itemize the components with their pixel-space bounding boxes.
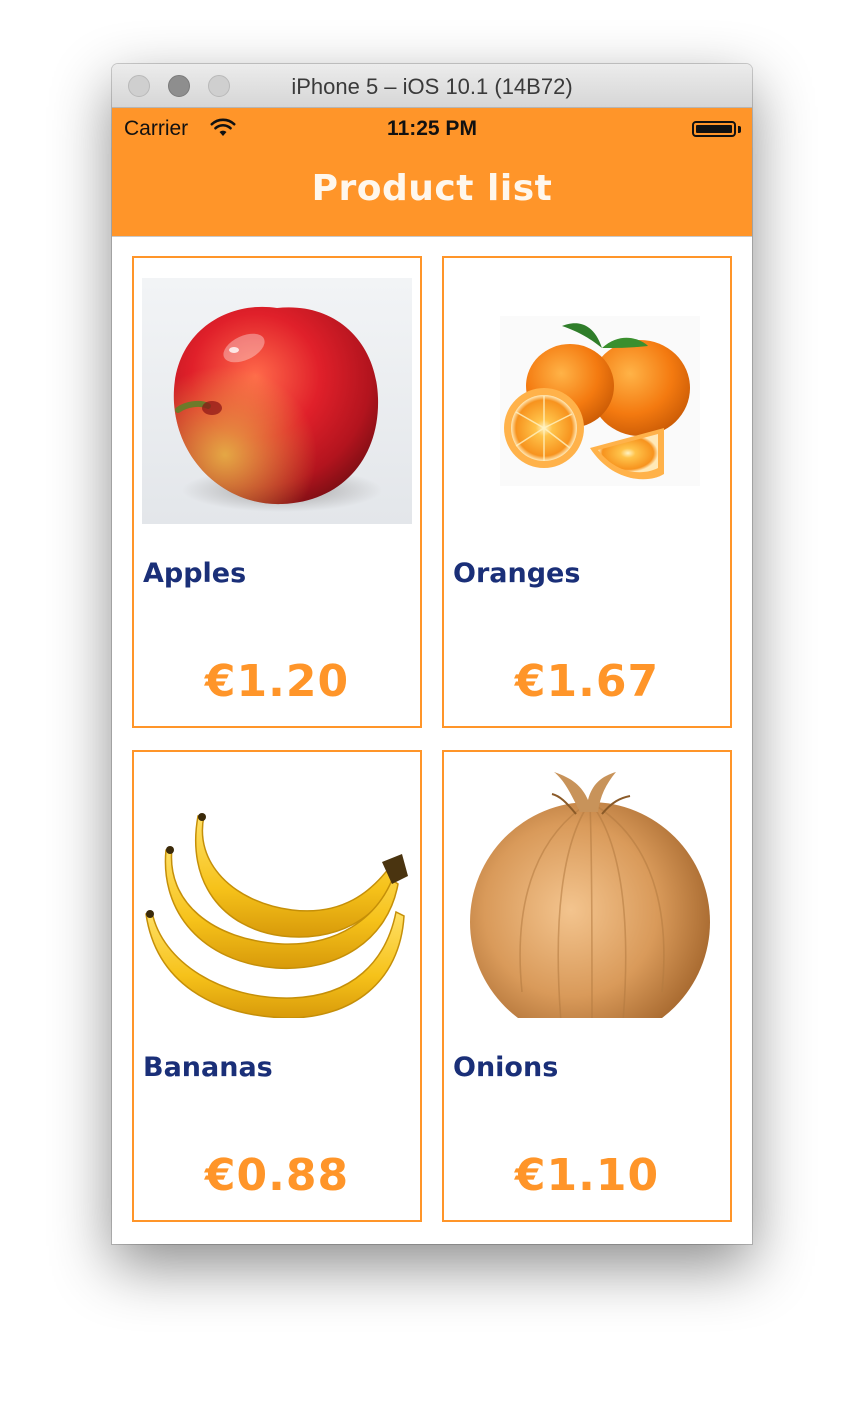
simulator-window: iPhone 5 – iOS 10.1 (14B72) Carrier 11:2… <box>112 64 752 1244</box>
status-time: 11:25 PM <box>387 117 477 140</box>
page-title: Product list <box>311 168 553 209</box>
product-card-apples[interactable]: Apples €1.20 <box>132 256 422 728</box>
product-card-oranges[interactable]: Oranges €1.67 <box>442 256 732 728</box>
product-price: €1.10 <box>514 1150 660 1201</box>
product-name: Onions <box>453 1052 559 1083</box>
device-screen: Carrier 11:25 PM Product list Apples €1.… <box>112 108 752 1244</box>
product-price: €0.88 <box>204 1150 350 1201</box>
battery-tip <box>738 126 741 133</box>
product-grid: Apples €1.20 Oranges €1.67 Bananas €0.88… <box>132 256 732 1224</box>
window-title: iPhone 5 – iOS 10.1 (14B72) <box>291 74 573 99</box>
product-name: Oranges <box>453 558 581 589</box>
window-titlebar[interactable]: iPhone 5 – iOS 10.1 (14B72) <box>112 64 752 108</box>
navigation-bar: Product list <box>112 148 752 237</box>
apple-image <box>142 278 412 524</box>
product-price: €1.20 <box>204 656 350 707</box>
oranges-image <box>500 316 700 486</box>
product-card-onions[interactable]: Onions €1.10 <box>442 750 732 1222</box>
product-name: Apples <box>143 558 247 589</box>
bananas-image <box>145 802 408 1018</box>
product-price: €1.67 <box>514 656 660 707</box>
battery-icon <box>692 121 736 137</box>
product-card-bananas[interactable]: Bananas €0.88 <box>132 750 422 1222</box>
status-bar: Carrier 11:25 PM <box>112 108 752 148</box>
onion-image <box>470 772 710 1018</box>
product-name: Bananas <box>143 1052 273 1083</box>
